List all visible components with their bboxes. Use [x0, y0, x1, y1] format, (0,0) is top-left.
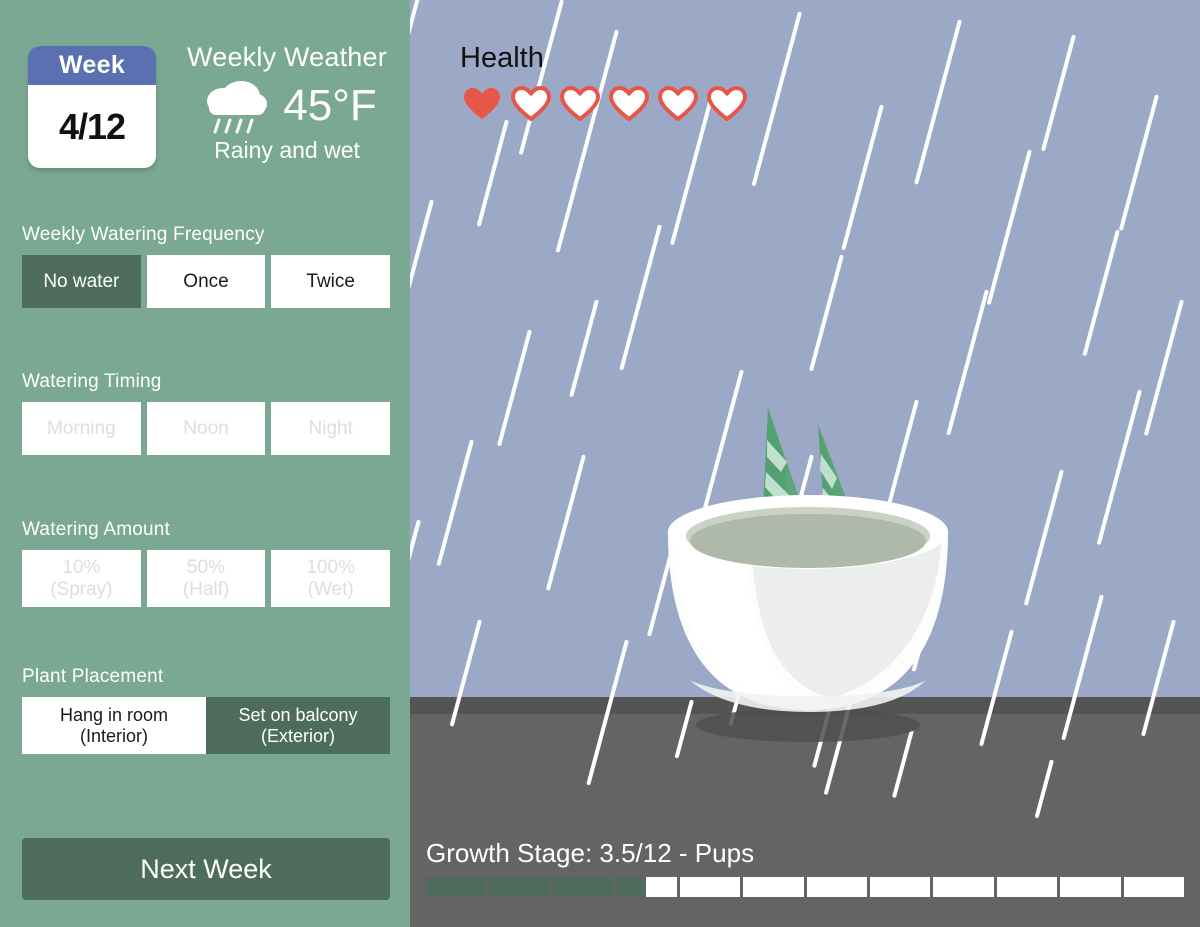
growth-segment — [489, 877, 550, 897]
rain-cloud-icon — [197, 77, 275, 135]
group-watering-amount: Watering Amount 10% (Spray) 50% (Half) 100… — [22, 519, 391, 607]
health-label: Health — [460, 42, 544, 74]
option-amount-10[interactable]: 10% (Spray) — [22, 550, 141, 607]
group-watering-timing: Watering Timing Morning Noon Night — [22, 371, 391, 455]
growth-segment — [806, 877, 867, 897]
option-amount-100[interactable]: 100% (Wet) — [271, 550, 391, 607]
growth-segment-fill — [426, 877, 487, 897]
heart-empty-icon — [609, 86, 649, 122]
weather-summary: Weekly Weather 45°F Rainy and wet — [172, 42, 402, 164]
group-label-plant-placement: Plant Placement — [22, 666, 164, 687]
health-hearts — [462, 86, 747, 122]
growth-segment-fill — [489, 877, 550, 897]
group-label-watering-timing: Watering Timing — [22, 371, 162, 392]
option-night[interactable]: Night — [271, 402, 391, 455]
option-hang-in-room[interactable]: Hang in room (Interior) — [22, 697, 206, 754]
heart-empty-icon — [560, 86, 600, 122]
growth-segment — [1060, 877, 1121, 897]
weather-main-row: 45°F — [172, 77, 402, 135]
growth-segment — [426, 877, 487, 897]
potted-plant-illustration — [668, 408, 948, 742]
growth-segment — [616, 877, 677, 897]
option-morning[interactable]: Morning — [22, 402, 141, 455]
group-label-watering-amount: Watering Amount — [22, 519, 171, 540]
watering-amount-options: 10% (Spray) 50% (Half) 100% (Wet) — [22, 550, 391, 607]
heart-empty-icon — [658, 86, 698, 122]
growth-segment — [869, 877, 931, 897]
calendar-body: 4/12 — [28, 85, 156, 168]
plant-placement-options: Hang in room (Interior) Set on balcony (Ex… — [22, 697, 390, 754]
week-calendar-widget: Week 4/12 — [28, 46, 156, 168]
growth-segment — [552, 877, 614, 897]
option-twice[interactable]: Twice — [271, 255, 391, 308]
watering-frequency-options: No water Once Twice — [22, 255, 391, 308]
group-label-watering-frequency: Weekly Watering Frequency — [22, 224, 265, 245]
group-plant-placement: Plant Placement Hang in room (Interior) S… — [22, 666, 390, 754]
weather-temperature: 45°F — [283, 81, 377, 130]
next-week-button[interactable]: Next Week — [22, 838, 390, 900]
growth-stage-label: Growth Stage: 3.5/12 - Pups — [426, 838, 755, 868]
growth-segment — [933, 877, 994, 897]
calendar-header: Week — [28, 46, 156, 85]
plant-scene: Health Growth Stage: 3.5/12 - Pups — [410, 0, 1200, 927]
growth-segment — [679, 877, 741, 897]
growth-progress-bar — [426, 877, 1185, 897]
heart-empty-icon — [707, 86, 747, 122]
week-and-weather-header: Week 4/12 Weekly Weather 45°F Rainy and … — [22, 42, 392, 172]
option-no-water[interactable]: No water — [22, 255, 141, 308]
option-noon[interactable]: Noon — [146, 402, 266, 455]
calendar-week-value: 4/12 — [58, 105, 126, 147]
weather-description: Rainy and wet — [214, 137, 360, 163]
option-set-on-balcony[interactable]: Set on balcony (Exterior) — [206, 697, 390, 754]
growth-segment — [743, 877, 804, 897]
watering-timing-options: Morning Noon Night — [22, 402, 391, 455]
control-sidebar: Week 4/12 Weekly Weather 45°F Rainy and … — [0, 0, 410, 927]
growth-segment — [996, 877, 1058, 897]
growth-segment-fill — [616, 877, 647, 897]
growth-segment — [1123, 877, 1185, 897]
heart-empty-icon — [511, 86, 551, 122]
option-once[interactable]: Once — [146, 255, 266, 308]
plant-care-game-screen: Week 4/12 Weekly Weather 45°F Rainy and … — [0, 0, 1200, 927]
option-amount-50[interactable]: 50% (Half) — [146, 550, 266, 607]
heart-filled-icon — [462, 86, 502, 122]
weather-title: Weekly Weather — [187, 42, 387, 72]
plant-pot — [668, 495, 948, 712]
growth-segment-fill — [552, 877, 614, 897]
calendar-header-label: Week — [58, 51, 126, 79]
group-watering-frequency: Weekly Watering Frequency No water Once … — [22, 224, 391, 308]
